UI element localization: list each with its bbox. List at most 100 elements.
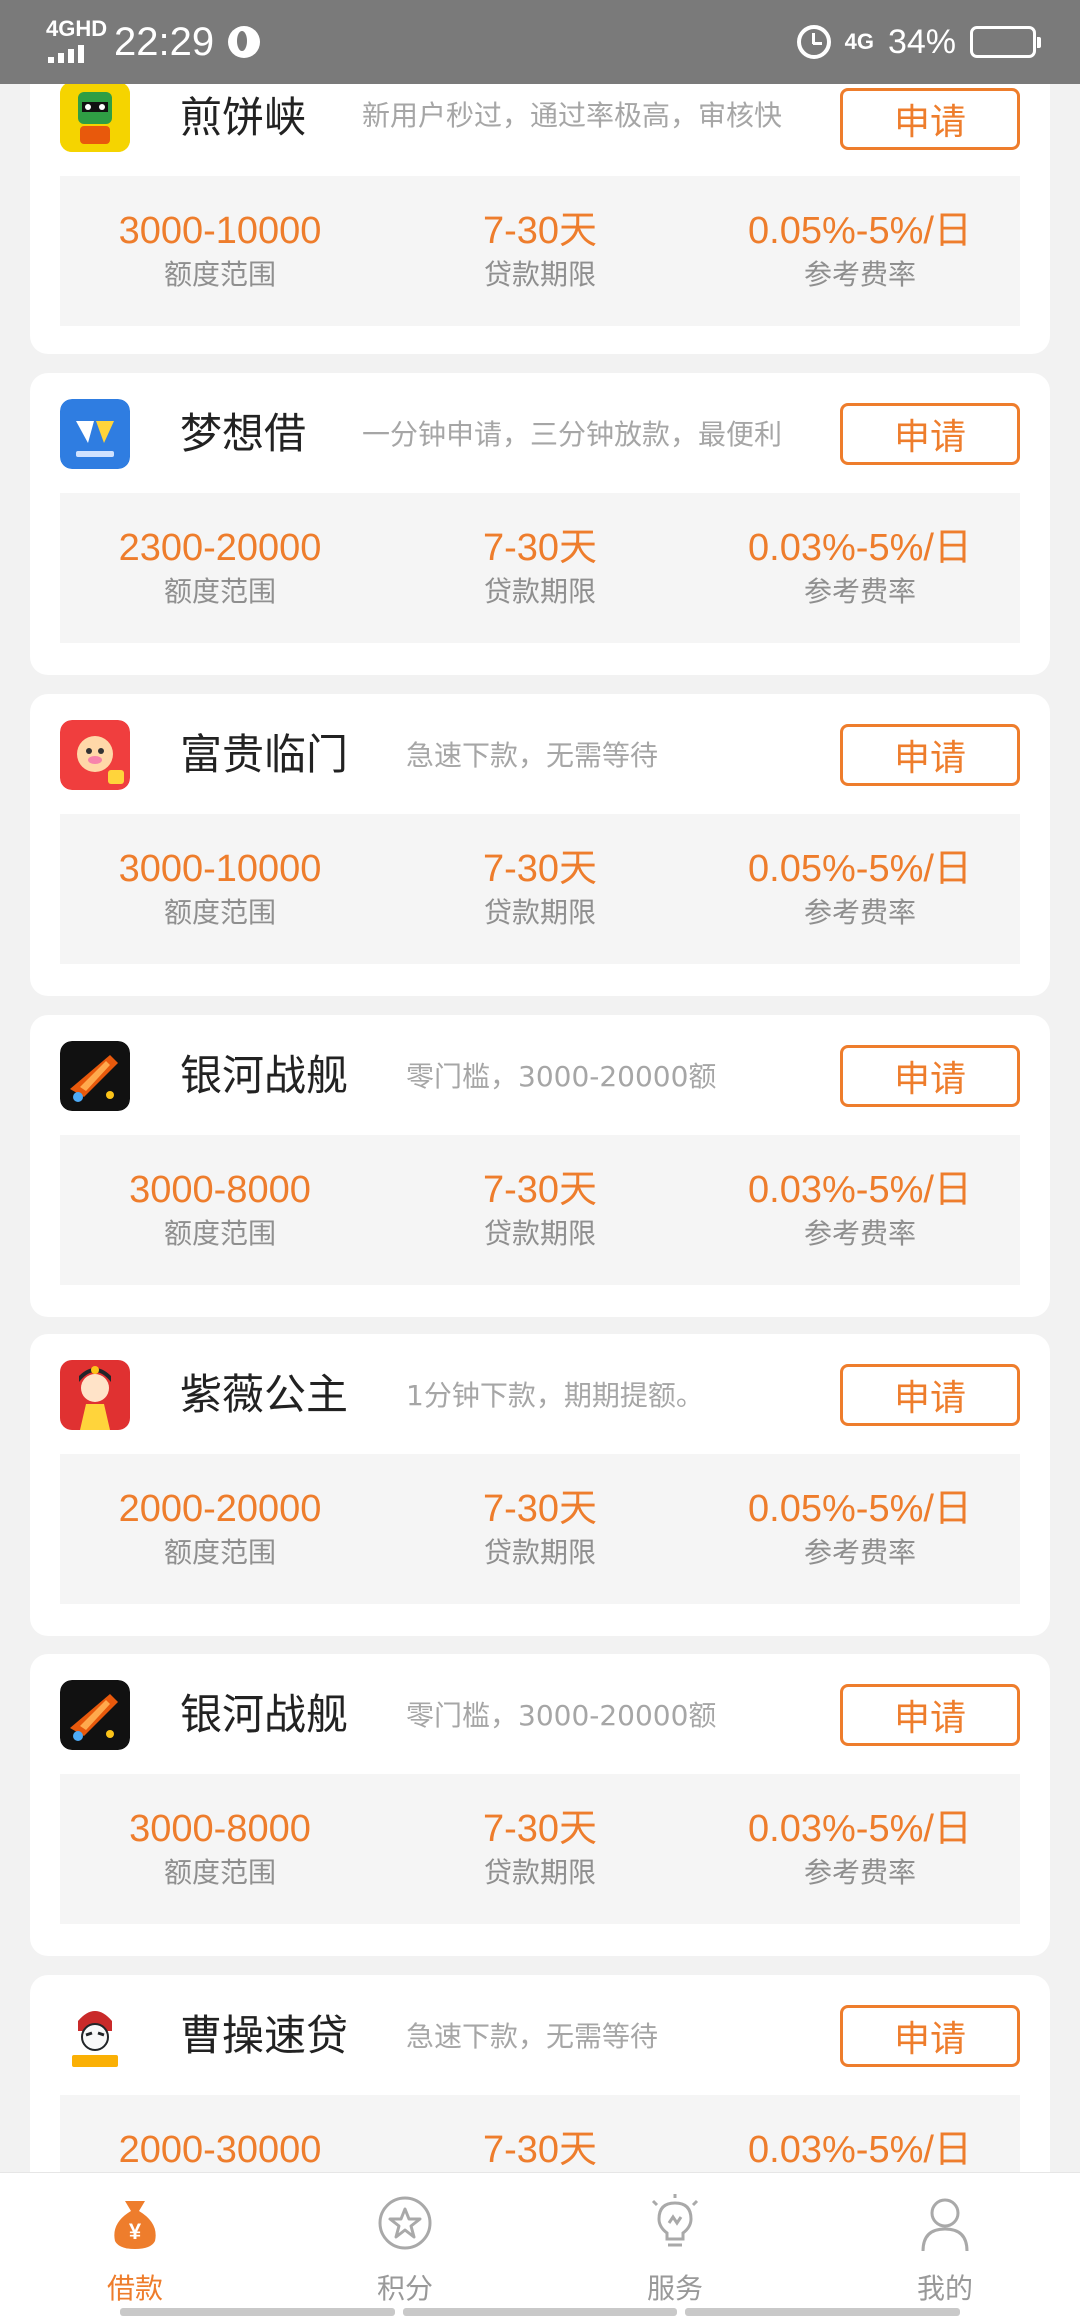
- amount-range-label: 额度范围: [163, 258, 276, 291]
- loan-term-label: 贷款期限: [483, 575, 596, 608]
- loan-term-label: 贷款期限: [483, 896, 596, 929]
- dream-logo-icon: [60, 399, 130, 469]
- star-circle-icon: [373, 2191, 437, 2255]
- loan-card: 富贵临门 急速下款，无需等待 申请 3000-10000 额度范围 7-30天贷款…: [30, 694, 1050, 996]
- loan-stats: 3000-8000 额度范围 7-30天贷款期限 0.03%-5%/日参考费率: [60, 1774, 1020, 1924]
- reference-rate-label: 参考费率: [803, 575, 916, 608]
- nav-item-me[interactable]: 我的: [810, 2173, 1080, 2316]
- product-name: 银河战舰: [180, 1690, 349, 1739]
- nav-label: 借款: [106, 2272, 163, 2305]
- battery-icon: [970, 26, 1041, 58]
- apply-button[interactable]: 申请: [840, 2005, 1020, 2067]
- reference-rate: 0.03%-5%/日: [748, 2129, 972, 2171]
- apply-button[interactable]: 申请: [840, 1045, 1020, 1107]
- princess-logo-icon: [60, 1360, 130, 1430]
- loan-term: 7-30天: [482, 2129, 598, 2171]
- loan-stats: 2000-20000 额度范围 7-30天贷款期限 0.05%-5%/日参考费率: [60, 1454, 1020, 1604]
- product-desc: 新用户秒过，通过率极高，审核快: [362, 99, 783, 132]
- amount-range: 2300-20000: [118, 527, 322, 569]
- nav-item-service[interactable]: 服务: [540, 2173, 810, 2316]
- amount-range: 2000-20000: [118, 1488, 322, 1530]
- apply-button[interactable]: 申请: [840, 724, 1020, 786]
- network-type: 4GHD: [46, 16, 108, 41]
- product-name: 梦想借: [180, 409, 307, 458]
- amount-range-label: 额度范围: [163, 1856, 276, 1889]
- signal-icon: 4GHD: [46, 18, 107, 65]
- loan-term: 7-30天: [482, 1808, 598, 1850]
- loan-term: 7-30天: [482, 210, 598, 252]
- nav-label: 我的: [916, 2272, 973, 2305]
- reference-rate: 0.03%-5%/日: [748, 527, 972, 569]
- loan-stats: 3000-10000 额度范围 7-30天贷款期限 0.05%-5%/日参考费率: [60, 176, 1020, 326]
- loan-term: 7-30天: [482, 1169, 598, 1211]
- lightbulb-icon: [643, 2191, 707, 2255]
- clock: 22:29: [114, 19, 215, 64]
- product-name: 煎饼峡: [180, 93, 307, 142]
- nav-label: 积分: [376, 2272, 433, 2305]
- svg-text:¥: ¥: [129, 2219, 142, 2244]
- apply-button[interactable]: 申请: [840, 403, 1020, 465]
- loan-term: 7-30天: [482, 848, 598, 890]
- loan-card: 煎饼峡 新用户秒过，通过率极高，审核快 申请 3000-10000 额度范围 7-…: [30, 52, 1050, 354]
- amount-range: 3000-8000: [129, 1169, 311, 1211]
- reference-rate: 0.05%-5%/日: [748, 1488, 972, 1530]
- amount-range: 3000-10000: [118, 210, 322, 252]
- loan-term: 7-30天: [482, 527, 598, 569]
- reference-rate-label: 参考费率: [803, 1536, 916, 1569]
- reference-rate-label: 参考费率: [803, 258, 916, 291]
- amount-range: 2000-30000: [118, 2129, 322, 2171]
- reference-rate: 0.03%-5%/日: [748, 1169, 972, 1211]
- product-name: 银河战舰: [180, 1051, 349, 1100]
- nav-label: 服务: [646, 2272, 703, 2305]
- product-desc: 零门槛，3000-20000额: [406, 1060, 717, 1093]
- reference-rate: 0.03%-5%/日: [748, 1808, 972, 1850]
- loan-card: 梦想借 一分钟申请，三分钟放款，最便利 申请 2300-20000 额度范围 7-…: [30, 373, 1050, 675]
- gesture-bar: [0, 2308, 1080, 2316]
- network-4g-label: 4G: [844, 29, 874, 54]
- product-desc: 1分钟下款，期期提额。: [406, 1379, 704, 1412]
- loan-stats: 3000-10000 额度范围 7-30天贷款期限 0.05%-5%/日参考费率: [60, 814, 1020, 964]
- reference-rate-label: 参考费率: [803, 896, 916, 929]
- reference-rate-label: 参考费率: [803, 1856, 916, 1889]
- reference-rate-label: 参考费率: [803, 1217, 916, 1250]
- reference-rate: 0.05%-5%/日: [748, 210, 972, 252]
- product-desc: 急速下款，无需等待: [406, 739, 659, 772]
- product-desc: 一分钟申请，三分钟放款，最便利: [362, 418, 783, 451]
- product-desc: 零门槛，3000-20000额: [406, 1699, 717, 1732]
- loan-term-label: 贷款期限: [483, 1217, 596, 1250]
- apply-button[interactable]: 申请: [840, 1684, 1020, 1746]
- loan-card: 银河战舰 零门槛，3000-20000额 申请 3000-8000 额度范围 7-…: [30, 1015, 1050, 1317]
- ship-logo-icon: [60, 1680, 130, 1750]
- caocao-logo-icon: [60, 2001, 130, 2071]
- amount-range-label: 额度范围: [163, 896, 276, 929]
- status-bar: 4GHD 22:29 4G 34%: [0, 0, 1080, 84]
- amount-range-label: 额度范围: [163, 1536, 276, 1569]
- alarm-icon: [796, 25, 831, 59]
- nav-item-loan[interactable]: ¥ 借款: [0, 2173, 270, 2316]
- loan-term-label: 贷款期限: [483, 1536, 596, 1569]
- loan-term-label: 贷款期限: [483, 258, 596, 291]
- amount-range-label: 额度范围: [163, 575, 276, 608]
- battery-percent: 34%: [887, 22, 956, 61]
- apply-button[interactable]: 申请: [840, 88, 1020, 150]
- product-name: 曹操速贷: [180, 2011, 349, 2060]
- globe-icon: [228, 26, 261, 58]
- product-desc: 急速下款，无需等待: [406, 2020, 659, 2053]
- loan-term-label: 贷款期限: [483, 1856, 596, 1889]
- loan-stats: 3000-8000 额度范围 7-30天贷款期限 0.03%-5%/日参考费率: [60, 1135, 1020, 1285]
- loan-stats: 2300-20000 额度范围 7-30天贷款期限 0.03%-5%/日参考费率: [60, 493, 1020, 643]
- amount-range: 3000-8000: [129, 1808, 311, 1850]
- nav-item-points[interactable]: 积分: [270, 2173, 540, 2316]
- person-icon: [913, 2191, 977, 2255]
- ship-logo-icon: [60, 1041, 130, 1111]
- loan-card: 紫薇公主 1分钟下款，期期提额。 申请 2000-20000 额度范围 7-30天…: [30, 1334, 1050, 1636]
- money-bag-icon: ¥: [103, 2191, 167, 2255]
- product-name: 富贵临门: [180, 730, 349, 779]
- robot-logo-icon: [60, 82, 130, 152]
- loan-card: 银河战舰 零门槛，3000-20000额 申请 3000-8000 额度范围 7-…: [30, 1654, 1050, 1956]
- reference-rate: 0.05%-5%/日: [748, 848, 972, 890]
- amount-range-label: 额度范围: [163, 1217, 276, 1250]
- loan-term: 7-30天: [482, 1488, 598, 1530]
- apply-button[interactable]: 申请: [840, 1364, 1020, 1426]
- amount-range: 3000-10000: [118, 848, 322, 890]
